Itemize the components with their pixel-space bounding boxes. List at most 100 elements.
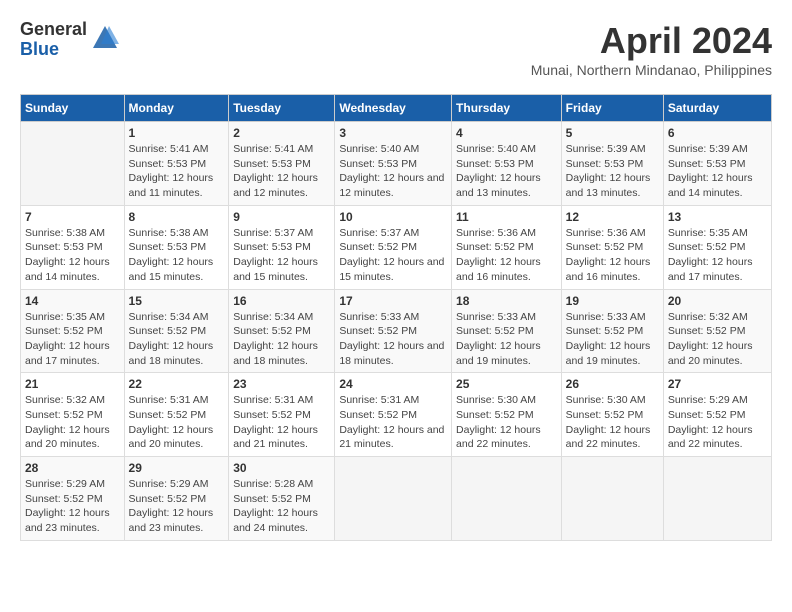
day-cell: 5Sunrise: 5:39 AMSunset: 5:53 PMDaylight… [561,122,663,206]
day-info: Sunrise: 5:38 AMSunset: 5:53 PMDaylight:… [25,226,120,285]
day-number: 3 [339,126,447,140]
day-number: 2 [233,126,330,140]
day-cell: 21 Sunrise: 5:32 AMSunset: 5:52 PMDayligh… [21,373,125,457]
day-cell [561,457,663,541]
day-cell: 4 Sunrise: 5:40 AMSunset: 5:53 PMDaylight… [452,122,562,206]
day-info: Sunrise: 5:30 AMSunset: 5:52 PMDaylight:… [456,393,557,452]
day-cell: 17 Sunrise: 5:33 AMSunset: 5:52 PMDayligh… [335,289,452,373]
day-cell: 23Sunrise: 5:31 AMSunset: 5:52 PMDayligh… [229,373,335,457]
day-cell [452,457,562,541]
day-cell: 22 Sunrise: 5:31 AMSunset: 5:52 PMDayligh… [124,373,229,457]
day-info: Sunrise: 5:29 AMSunset: 5:52 PMDaylight:… [668,393,767,452]
day-cell: 25 Sunrise: 5:30 AMSunset: 5:52 PMDayligh… [452,373,562,457]
day-number: 13 [668,210,767,224]
day-number: 20 [668,294,767,308]
header-saturday: Saturday [663,95,771,122]
day-cell [21,122,125,206]
day-cell [335,457,452,541]
day-cell: 3 Sunrise: 5:40 AMSunset: 5:53 PMDaylight… [335,122,452,206]
day-cell: 9 Sunrise: 5:37 AMSunset: 5:53 PMDaylight… [229,205,335,289]
day-info: Sunrise: 5:36 AMSunset: 5:52 PMDaylight:… [456,226,557,285]
day-number: 30 [233,461,330,475]
header-thursday: Thursday [452,95,562,122]
day-info: Sunrise: 5:31 AMSunset: 5:52 PMDaylight:… [339,393,447,452]
day-cell: 7 Sunrise: 5:38 AMSunset: 5:53 PMDaylight… [21,205,125,289]
day-info: Sunrise: 5:36 AMSunset: 5:52 PMDaylight:… [566,226,659,285]
day-cell: 11 Sunrise: 5:36 AMSunset: 5:52 PMDayligh… [452,205,562,289]
logo: General Blue [20,20,119,60]
day-info: Sunrise: 5:31 AMSunset: 5:52 PMDaylight:… [233,393,330,452]
calendar-table: SundayMondayTuesdayWednesdayThursdayFrid… [20,94,772,541]
day-info: Sunrise: 5:41 AMSunset: 5:53 PMDaylight:… [233,142,330,201]
day-number: 19 [566,294,659,308]
day-info: Sunrise: 5:28 AMSunset: 5:52 PMDaylight:… [233,477,330,536]
day-cell: 27 Sunrise: 5:29 AMSunset: 5:52 PMDayligh… [663,373,771,457]
day-number: 25 [456,377,557,391]
day-info: Sunrise: 5:38 AMSunset: 5:53 PMDaylight:… [129,226,225,285]
day-info: Sunrise: 5:30 AMSunset: 5:52 PMDaylight:… [566,393,659,452]
day-cell: 16 Sunrise: 5:34 AMSunset: 5:52 PMDayligh… [229,289,335,373]
day-cell: 14Sunrise: 5:35 AMSunset: 5:52 PMDayligh… [21,289,125,373]
day-cell [663,457,771,541]
day-number: 18 [456,294,557,308]
day-info: Sunrise: 5:40 AMSunset: 5:53 PMDaylight:… [456,142,557,201]
day-number: 8 [129,210,225,224]
day-info: Sunrise: 5:33 AMSunset: 5:52 PMDaylight:… [339,310,447,369]
day-cell: 24Sunrise: 5:31 AMSunset: 5:52 PMDayligh… [335,373,452,457]
day-info: Sunrise: 5:40 AMSunset: 5:53 PMDaylight:… [339,142,447,201]
day-info: Sunrise: 5:37 AMSunset: 5:53 PMDaylight:… [233,226,330,285]
day-cell: 30 Sunrise: 5:28 AMSunset: 5:52 PMDayligh… [229,457,335,541]
day-number: 10 [339,210,447,224]
header-wednesday: Wednesday [335,95,452,122]
month-title: April 2024 [531,20,772,62]
day-number: 27 [668,377,767,391]
week-row-1: 7 Sunrise: 5:38 AMSunset: 5:53 PMDaylight… [21,205,772,289]
day-cell: 2 Sunrise: 5:41 AMSunset: 5:53 PMDaylight… [229,122,335,206]
day-cell: 15 Sunrise: 5:34 AMSunset: 5:52 PMDayligh… [124,289,229,373]
day-info: Sunrise: 5:32 AMSunset: 5:52 PMDaylight:… [668,310,767,369]
day-number: 11 [456,210,557,224]
day-info: Sunrise: 5:37 AMSunset: 5:52 PMDaylight:… [339,226,447,285]
week-row-4: 28 Sunrise: 5:29 AMSunset: 5:52 PMDayligh… [21,457,772,541]
day-cell: 18 Sunrise: 5:33 AMSunset: 5:52 PMDayligh… [452,289,562,373]
day-number: 16 [233,294,330,308]
day-cell: 10 Sunrise: 5:37 AMSunset: 5:52 PMDayligh… [335,205,452,289]
header-friday: Friday [561,95,663,122]
day-info: Sunrise: 5:35 AMSunset: 5:52 PMDaylight:… [668,226,767,285]
day-number: 22 [129,377,225,391]
logo-icon [91,24,119,52]
day-cell: 12 Sunrise: 5:36 AMSunset: 5:52 PMDayligh… [561,205,663,289]
header-row: SundayMondayTuesdayWednesdayThursdayFrid… [21,95,772,122]
day-number: 14 [25,294,120,308]
day-number: 7 [25,210,120,224]
logo-general: General [20,20,87,40]
day-info: Sunrise: 5:33 AMSunset: 5:52 PMDaylight:… [566,310,659,369]
header-sunday: Sunday [21,95,125,122]
day-number: 17 [339,294,447,308]
day-info: Sunrise: 5:29 AMSunset: 5:52 PMDaylight:… [25,477,120,536]
day-number: 15 [129,294,225,308]
day-info: Sunrise: 5:33 AMSunset: 5:52 PMDaylight:… [456,310,557,369]
day-info: Sunrise: 5:31 AMSunset: 5:52 PMDaylight:… [129,393,225,452]
location: Munai, Northern Mindanao, Philippines [531,62,772,78]
header-monday: Monday [124,95,229,122]
page-header: General Blue April 2024 Munai, Northern … [20,20,772,78]
day-number: 28 [25,461,120,475]
day-number: 4 [456,126,557,140]
week-row-2: 14Sunrise: 5:35 AMSunset: 5:52 PMDayligh… [21,289,772,373]
day-cell: 29Sunrise: 5:29 AMSunset: 5:52 PMDayligh… [124,457,229,541]
day-info: Sunrise: 5:29 AMSunset: 5:52 PMDaylight:… [129,477,225,536]
header-tuesday: Tuesday [229,95,335,122]
title-area: April 2024 Munai, Northern Mindanao, Phi… [531,20,772,78]
day-info: Sunrise: 5:34 AMSunset: 5:52 PMDaylight:… [233,310,330,369]
day-number: 12 [566,210,659,224]
day-number: 21 [25,377,120,391]
day-number: 5 [566,126,659,140]
logo-blue: Blue [20,40,87,60]
day-number: 6 [668,126,767,140]
day-info: Sunrise: 5:32 AMSunset: 5:52 PMDaylight:… [25,393,120,452]
week-row-3: 21 Sunrise: 5:32 AMSunset: 5:52 PMDayligh… [21,373,772,457]
day-number: 9 [233,210,330,224]
day-info: Sunrise: 5:34 AMSunset: 5:52 PMDaylight:… [129,310,225,369]
week-row-0: 1Sunrise: 5:41 AMSunset: 5:53 PMDaylight… [21,122,772,206]
